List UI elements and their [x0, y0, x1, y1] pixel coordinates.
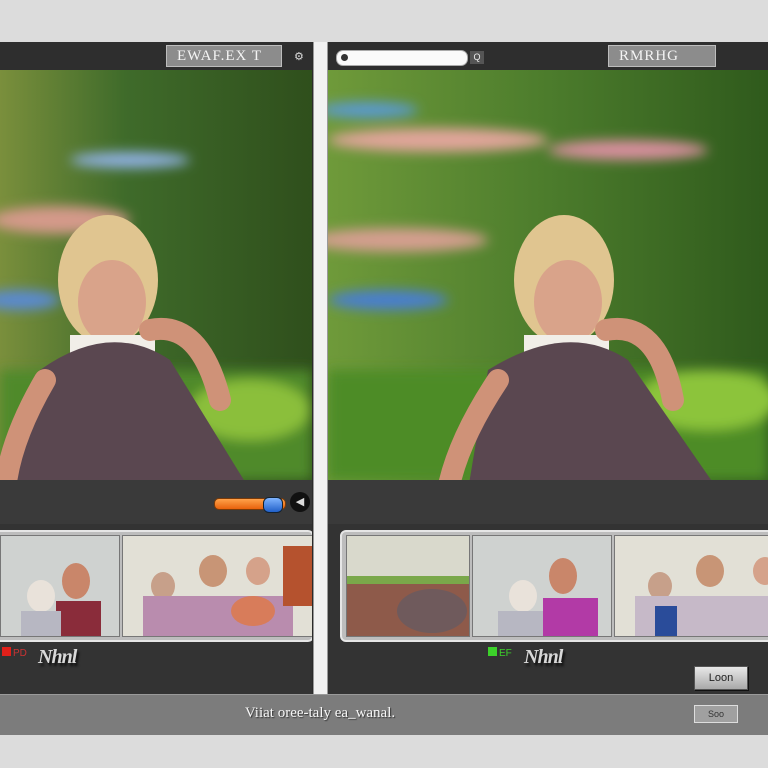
left-wordmark: Nhnl	[38, 646, 77, 668]
right-flags-label: EF	[499, 648, 512, 659]
filmstrip-thumb[interactable]	[122, 535, 312, 637]
filmstrip-thumb[interactable]	[472, 535, 612, 637]
right-controls-bar	[328, 480, 768, 524]
left-photo-preview[interactable]	[0, 70, 312, 480]
search-icon	[341, 54, 348, 61]
filmstrip-thumb[interactable]	[614, 535, 768, 637]
speaker-icon[interactable]: ◀	[290, 492, 310, 512]
left-preview-panel: EWAF.EX T ⚙ ◀ PD Nhnl	[0, 42, 312, 694]
status-bar: Viiat oree-taly ea_wanal. Soo	[0, 694, 768, 735]
right-flags: EF	[488, 644, 512, 659]
left-controls-bar: ◀	[0, 480, 312, 524]
done-button[interactable]: Loon	[694, 666, 748, 690]
left-panel-title: EWAF.EX T	[166, 45, 282, 67]
right-preview-panel: Q RMRHG EF Nhnl Loon	[328, 42, 768, 694]
filmstrip-thumb[interactable]	[346, 535, 470, 637]
gear-icon[interactable]: ⚙	[294, 50, 304, 63]
right-toolbar: Q RMRHG	[328, 42, 768, 70]
volume-slider[interactable]	[214, 497, 286, 513]
right-panel-title: RMRHG	[608, 45, 716, 67]
green-flag-icon	[488, 647, 497, 656]
search-button[interactable]: Q	[470, 51, 484, 64]
status-text: Viiat oree-taly ea_wanal.	[244, 705, 396, 721]
search-input[interactable]	[336, 50, 468, 66]
right-filmstrip	[340, 530, 768, 642]
red-flag-icon	[2, 647, 11, 656]
left-toolbar: EWAF.EX T ⚙	[0, 42, 312, 70]
app-window: EWAF.EX T ⚙ ◀ PD Nhnl Q RMRHG EF Nhnl Lo…	[0, 42, 768, 735]
slider-knob[interactable]	[263, 497, 283, 513]
status-button[interactable]: Soo	[694, 705, 738, 723]
left-flags-label: PD	[13, 648, 27, 659]
left-filmstrip	[0, 530, 312, 642]
filmstrip-thumb[interactable]	[0, 535, 120, 637]
left-flags: PD	[2, 644, 27, 659]
panel-divider[interactable]	[313, 42, 328, 694]
right-wordmark: Nhnl	[524, 646, 563, 668]
right-photo-preview[interactable]	[328, 70, 768, 480]
